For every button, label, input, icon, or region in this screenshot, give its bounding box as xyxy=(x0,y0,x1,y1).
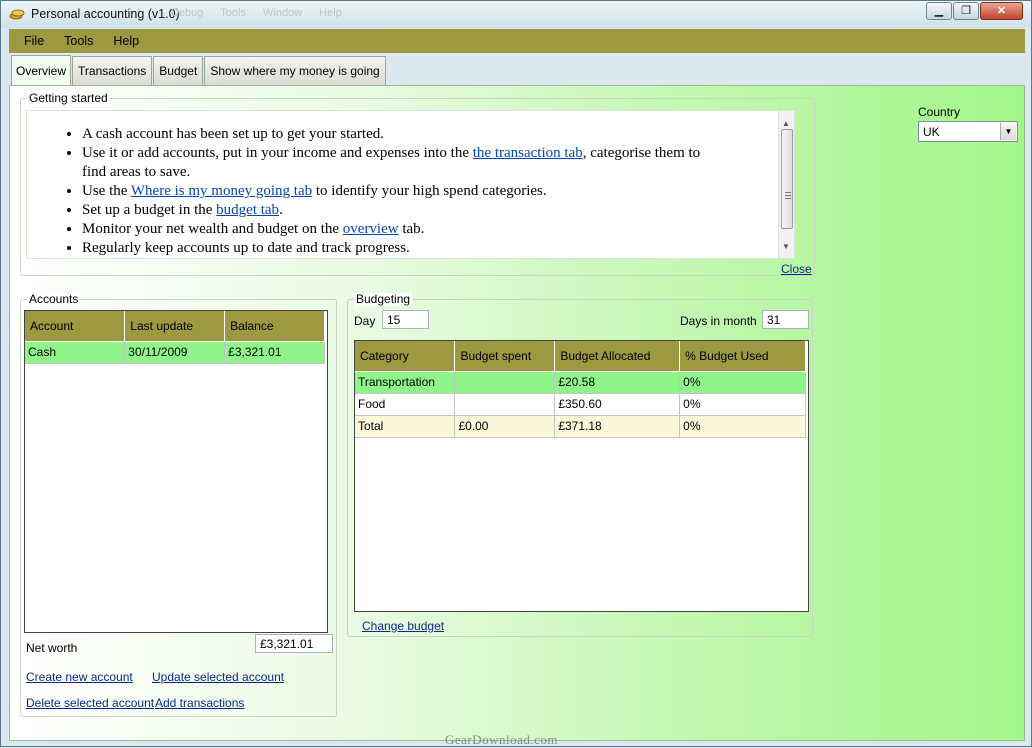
overview-panel: Getting started A cash account has been … xyxy=(9,85,1025,741)
accounts-label: Accounts xyxy=(27,292,81,306)
table-row-total[interactable]: Total £0.00 £371.18 0% xyxy=(355,415,806,438)
last-update-cell[interactable]: 30/11/2009 xyxy=(124,341,226,364)
tip-item: Set up a budget in the budget tab. xyxy=(82,201,727,220)
days-in-month-label: Days in month xyxy=(680,314,757,328)
spent-cell[interactable] xyxy=(454,371,556,394)
scroll-thumb[interactable] xyxy=(781,129,793,229)
getting-started-label: Getting started xyxy=(27,91,110,105)
tab-transactions[interactable]: Transactions xyxy=(72,56,153,85)
minimize-button[interactable]: ▁ xyxy=(926,2,952,20)
transaction-tab-link[interactable]: the transaction tab xyxy=(473,145,583,161)
table-row[interactable]: Food £350.60 0% xyxy=(355,393,806,416)
spent-cell[interactable]: £0.00 xyxy=(454,415,556,438)
menu-bar: File Tools Help xyxy=(9,29,1025,53)
close-getting-started-link[interactable]: Close xyxy=(781,262,812,276)
getting-started-group: Getting started A cash account has been … xyxy=(20,92,815,276)
background-menu-ghost: Debug Tools Window Help xyxy=(171,7,342,19)
create-account-link[interactable]: Create new account xyxy=(26,670,133,684)
account-name-cell[interactable]: Cash xyxy=(25,341,126,364)
used-cell[interactable]: 0% xyxy=(679,393,806,416)
getting-started-text: A cash account has been set up to get yo… xyxy=(26,110,795,259)
allocated-cell[interactable]: £350.60 xyxy=(554,393,681,416)
menu-file[interactable]: File xyxy=(9,34,54,48)
tab-strip: Overview Transactions Budget Show where … xyxy=(11,55,387,86)
day-label: Day xyxy=(354,314,376,328)
column-header-balance[interactable]: Balance xyxy=(224,311,325,342)
used-cell[interactable]: 0% xyxy=(679,371,806,394)
budget-table: Category Budget spent Budget Allocated %… xyxy=(355,341,806,438)
spent-cell[interactable] xyxy=(454,393,556,416)
tab-overview[interactable]: Overview xyxy=(11,55,72,86)
category-cell[interactable]: Food xyxy=(355,393,456,416)
days-in-month-field[interactable]: 31 xyxy=(762,310,809,329)
tab-show-where-money-going[interactable]: Show where my money is going xyxy=(204,56,386,85)
money-going-tab-link[interactable]: Where is my money going tab xyxy=(131,183,312,199)
category-cell[interactable]: Transportation xyxy=(355,371,456,394)
overview-tab-link[interactable]: overview xyxy=(343,221,399,237)
column-header-account[interactable]: Account xyxy=(25,311,126,342)
column-header-category[interactable]: Category xyxy=(355,341,456,372)
accounts-header-row: Account Last update Balance xyxy=(25,311,325,342)
chevron-down-icon[interactable]: ▼ xyxy=(1000,123,1016,140)
balance-cell[interactable]: £3,321.01 xyxy=(224,341,325,364)
accounts-table: Account Last update Balance Cash 30/11/2… xyxy=(25,311,325,364)
allocated-cell[interactable]: £371.18 xyxy=(554,415,681,438)
used-cell[interactable]: 0% xyxy=(679,415,806,438)
category-cell[interactable]: Total xyxy=(355,415,456,438)
accounts-grid[interactable]: Account Last update Balance Cash 30/11/2… xyxy=(24,310,328,633)
column-header-budget-used[interactable]: % Budget Used xyxy=(679,341,806,372)
budgeting-group: Budgeting Day 15 Days in month 31 Catego… xyxy=(347,293,813,637)
column-header-last-update[interactable]: Last update xyxy=(124,311,226,342)
tip-item: Regularly keep accounts up to date and t… xyxy=(82,239,727,258)
column-header-budget-spent[interactable]: Budget spent xyxy=(454,341,556,372)
accounts-group: Accounts Account Last update Balance Cas… xyxy=(20,293,337,717)
tip-item: A cash account has been set up to get yo… xyxy=(82,125,727,144)
budget-tab-link[interactable]: budget tab xyxy=(216,202,279,218)
column-header-budget-allocated[interactable]: Budget Allocated xyxy=(554,341,681,372)
getting-started-scrollbar[interactable]: ▲ ▼ xyxy=(778,111,794,258)
table-row[interactable]: Cash 30/11/2009 £3,321.01 xyxy=(25,341,325,364)
scroll-down-arrow-icon[interactable]: ▼ xyxy=(782,237,790,256)
table-row[interactable]: Transportation £20.58 0% xyxy=(355,371,806,394)
tab-budget[interactable]: Budget xyxy=(153,56,204,85)
country-label: Country xyxy=(918,105,961,119)
menu-help[interactable]: Help xyxy=(103,34,149,48)
allocated-cell[interactable]: £20.58 xyxy=(554,371,681,394)
window-title: Personal accounting (v1.0) xyxy=(31,7,180,21)
getting-started-list: A cash account has been set up to get yo… xyxy=(27,125,727,258)
menu-tools[interactable]: Tools xyxy=(54,34,103,48)
budgeting-label: Budgeting xyxy=(354,292,413,306)
title-bar[interactable]: Personal accounting (v1.0) Debug Tools W… xyxy=(1,1,1031,28)
change-budget-link[interactable]: Change budget xyxy=(362,619,444,633)
country-value: UK xyxy=(923,125,940,139)
day-field[interactable]: 15 xyxy=(382,310,429,329)
budget-header-row: Category Budget spent Budget Allocated %… xyxy=(355,341,806,372)
delete-account-link[interactable]: Delete selected account xyxy=(26,696,154,710)
tip-item: Monitor your net wealth and budget on th… xyxy=(82,220,727,239)
tip-item: Use the Where is my money going tab to i… xyxy=(82,182,727,201)
grip-icon xyxy=(785,192,791,199)
window-controls: ▁ ❐ ✕ xyxy=(925,2,1023,20)
budget-grid[interactable]: Category Budget spent Budget Allocated %… xyxy=(354,340,809,612)
watermark: GearDownload.com xyxy=(445,732,559,747)
maximize-button[interactable]: ❐ xyxy=(953,2,979,20)
net-worth-field[interactable]: £3,321.01 xyxy=(255,634,333,653)
net-worth-label: Net worth xyxy=(26,641,78,655)
update-account-link[interactable]: Update selected account xyxy=(152,670,284,684)
tip-item: Use it or add accounts, put in your inco… xyxy=(82,144,727,182)
country-select[interactable]: UK ▼ xyxy=(918,121,1018,142)
app-window: Personal accounting (v1.0) Debug Tools W… xyxy=(0,0,1032,747)
add-transactions-link[interactable]: Add transactions xyxy=(155,696,244,710)
app-coins-icon xyxy=(9,9,25,20)
close-window-button[interactable]: ✕ xyxy=(980,2,1023,20)
